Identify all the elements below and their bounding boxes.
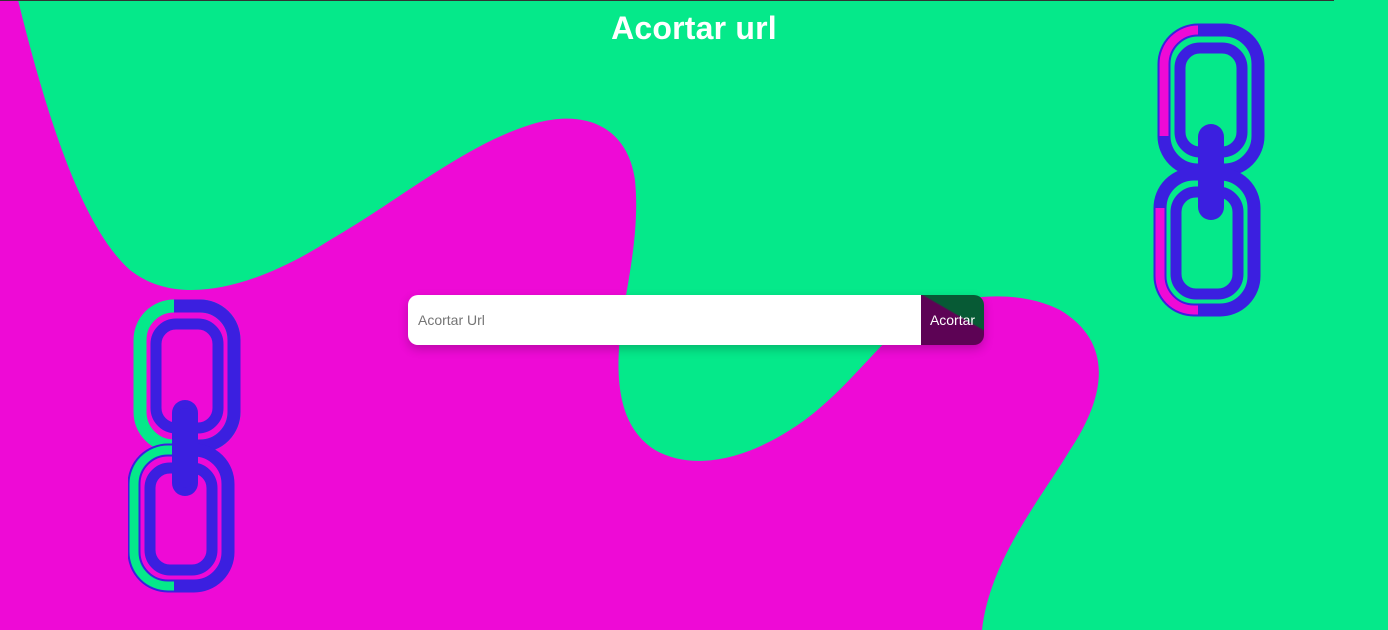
shorten-url-form: Acortar xyxy=(408,295,984,345)
url-input[interactable] xyxy=(408,295,921,345)
shorten-button[interactable]: Acortar xyxy=(921,295,984,345)
top-divider xyxy=(0,0,1334,1)
chain-link-icon xyxy=(1153,23,1265,317)
chain-link-icon xyxy=(128,299,241,593)
page: Acortar url Acortar xyxy=(0,0,1388,630)
